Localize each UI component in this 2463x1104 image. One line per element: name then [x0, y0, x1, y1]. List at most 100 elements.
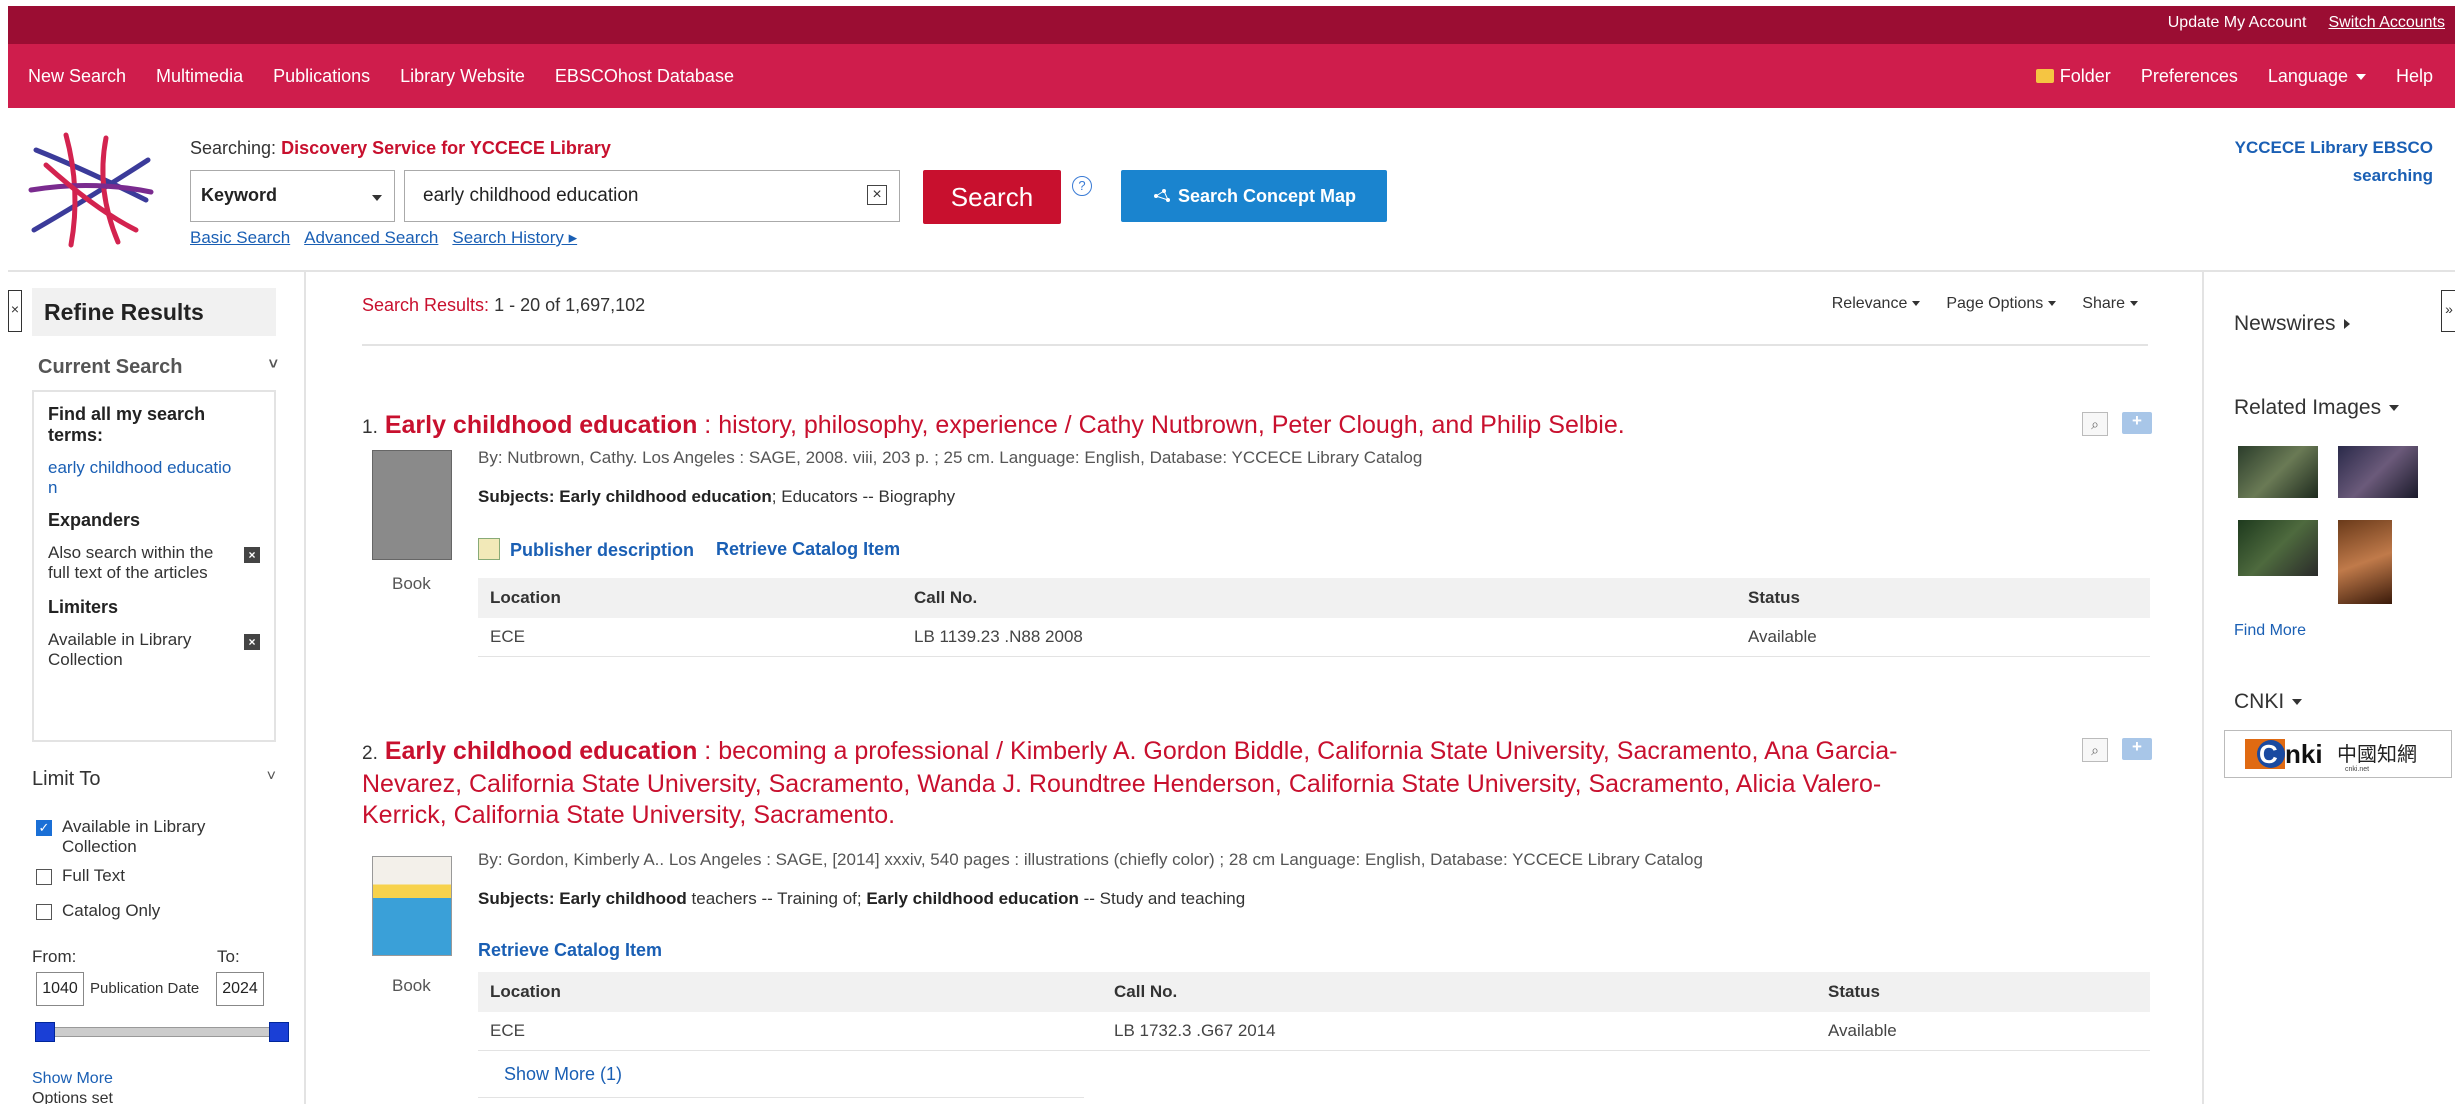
nav-preferences[interactable]: Preferences [2141, 66, 2238, 87]
result-number: 1. [362, 417, 378, 438]
caret-right-icon [2343, 319, 2350, 330]
result-title-link[interactable]: Early childhood education [385, 737, 698, 765]
book-cover-image[interactable] [372, 450, 452, 560]
nav-library-website[interactable]: Library Website [400, 66, 525, 87]
subject-link[interactable]: Early childhood education [866, 889, 1079, 908]
checkbox[interactable] [36, 869, 52, 885]
available-in-library-option[interactable]: ✓ Available in Library Collection [36, 817, 276, 857]
related-image-thumb[interactable] [2238, 520, 2318, 576]
folder-icon [2035, 68, 2054, 83]
slider-handle-max[interactable] [269, 1022, 289, 1042]
result-subjects: Subjects: Early childhood teachers -- Tr… [478, 889, 1245, 909]
book-cover-image[interactable] [372, 856, 452, 956]
show-more-holdings-link[interactable]: Show More (1) [478, 1050, 1084, 1098]
holdings-table: Location Call No. Status ECE LB 1732.3 .… [478, 972, 2150, 1051]
caret-down-icon [2355, 73, 2366, 80]
show-more-link[interactable]: Show More [32, 1070, 113, 1088]
result-actions: Publisher description Retrieve Catalog I… [478, 538, 900, 561]
library-link[interactable]: YCCECE Library EBSCO searching [2193, 134, 2433, 190]
remove-limiter-icon[interactable]: × [244, 634, 260, 650]
searching-label: Searching: Discovery Service for YCCECE … [190, 138, 611, 159]
subject-rest[interactable]: teachers -- Training of; [687, 889, 867, 908]
preview-icon[interactable]: ⌕ [2082, 738, 2108, 762]
nav-folder[interactable]: Folder [2035, 66, 2111, 87]
collapse-right-button[interactable]: » [2441, 290, 2455, 332]
limit-to-toggle[interactable]: Limit To ˅ [32, 768, 276, 791]
retrieve-catalog-link[interactable]: Retrieve Catalog Item [478, 940, 662, 961]
find-more-link[interactable]: Find More [2234, 622, 2306, 640]
checkbox[interactable] [36, 904, 52, 920]
results-range: 1 - 20 of 1,697,102 [494, 295, 646, 315]
current-search-toggle[interactable]: Current Search ˅ [38, 356, 278, 379]
update-account-link[interactable]: Update My Account [2168, 14, 2307, 32]
subject-link[interactable]: Early childhood [559, 889, 687, 908]
result-title-rest[interactable]: : history, philosophy, experience / Cath… [697, 411, 1624, 439]
nav-ebscohost-database[interactable]: EBSCOhost Database [555, 66, 734, 87]
related-image-thumb[interactable] [2338, 446, 2418, 498]
full-text-option[interactable]: Full Text [36, 866, 125, 886]
basic-search-link[interactable]: Basic Search [190, 228, 290, 248]
search-query-text: early childhood education [423, 185, 639, 206]
result-type: Book [392, 976, 431, 995]
related-image-thumb[interactable] [2238, 446, 2318, 498]
cnki-toggle[interactable]: CNKI [2234, 690, 2303, 714]
page-options-dropdown[interactable]: Page Options [1946, 295, 2057, 313]
related-image-thumb[interactable] [2338, 520, 2392, 604]
switch-accounts-link[interactable]: Switch Accounts [2329, 14, 2446, 32]
nav-multimedia[interactable]: Multimedia [156, 66, 243, 87]
result-type: Book [392, 574, 431, 593]
svg-text:C: C [2259, 739, 2278, 769]
nav-new-search[interactable]: New Search [28, 66, 126, 87]
nav-publications[interactable]: Publications [273, 66, 370, 87]
checkbox-checked[interactable]: ✓ [36, 820, 52, 836]
add-to-folder-icon[interactable] [2122, 737, 2152, 760]
subject-link[interactable]: Early childhood education [559, 487, 772, 506]
result-metadata: By: Nutbrown, Cathy. Los Angeles : SAGE,… [478, 448, 1423, 467]
caret-down-icon [2048, 301, 2057, 307]
search-term-link[interactable]: early childhood educatio n [48, 458, 260, 498]
from-label: From: [32, 947, 77, 966]
date-from-input[interactable]: 1040 [36, 972, 84, 1006]
right-panel: » Newswires Related Images Find More CNK… [2202, 270, 2455, 1104]
publisher-description-link[interactable]: Publisher description [478, 538, 694, 561]
clear-search-icon[interactable]: × [867, 185, 887, 205]
help-icon[interactable]: ? [1072, 176, 1092, 196]
caret-down-icon [2292, 699, 2303, 706]
nav-help[interactable]: Help [2396, 66, 2433, 87]
searching-target[interactable]: Discovery Service for YCCECE Library [281, 138, 611, 158]
result-metadata: By: Gordon, Kimberly A.. Los Angeles : S… [478, 850, 1703, 869]
cnki-logo[interactable]: C nki 中國知網 cnki.net [2224, 730, 2452, 778]
nav-language[interactable]: Language [2268, 66, 2366, 87]
search-term-line: n [48, 478, 58, 497]
limiter-text: Available in Library Collection [48, 630, 192, 669]
search-history-link[interactable]: Search History ▸ [452, 228, 577, 248]
newswires-toggle[interactable]: Newswires [2234, 312, 2350, 336]
advanced-search-link[interactable]: Advanced Search [304, 228, 438, 248]
remove-expander-icon[interactable]: × [244, 547, 260, 563]
results-area: Search Results: 1 - 20 of 1,697,102 Rele… [306, 270, 2202, 1104]
collapse-left-button[interactable]: × [8, 290, 22, 332]
date-to-input[interactable]: 2024 [216, 972, 264, 1006]
refine-results-heading: Refine Results [32, 288, 276, 336]
add-to-folder-icon[interactable] [2122, 411, 2152, 434]
retrieve-catalog-link[interactable]: Retrieve Catalog Item [716, 539, 900, 560]
result-title-link[interactable]: Early childhood education [385, 411, 698, 439]
catalog-only-option[interactable]: Catalog Only [36, 901, 160, 921]
search-input[interactable]: early childhood education × [404, 170, 900, 222]
search-field-select[interactable]: Keyword [190, 170, 395, 222]
related-images-toggle[interactable]: Related Images [2234, 396, 2400, 420]
svg-text:nki: nki [2285, 739, 2323, 769]
sort-dropdown[interactable]: Relevance [1832, 295, 1921, 313]
search-button[interactable]: Search [923, 170, 1061, 224]
subject-rest[interactable]: -- Study and teaching [1079, 889, 1246, 908]
date-range-slider[interactable] [35, 1022, 289, 1042]
subject-rest[interactable]: ; Educators -- Biography [772, 487, 955, 506]
ebsco-logo-icon[interactable] [26, 130, 156, 255]
caret-down-icon [372, 195, 382, 201]
expanders-label: Expanders [48, 510, 141, 530]
preview-icon[interactable]: ⌕ [2082, 412, 2108, 436]
search-field-value: Keyword [201, 185, 278, 205]
slider-handle-min[interactable] [35, 1022, 55, 1042]
share-dropdown[interactable]: Share [2082, 295, 2138, 313]
search-concept-map-button[interactable]: Search Concept Map [1121, 170, 1387, 222]
